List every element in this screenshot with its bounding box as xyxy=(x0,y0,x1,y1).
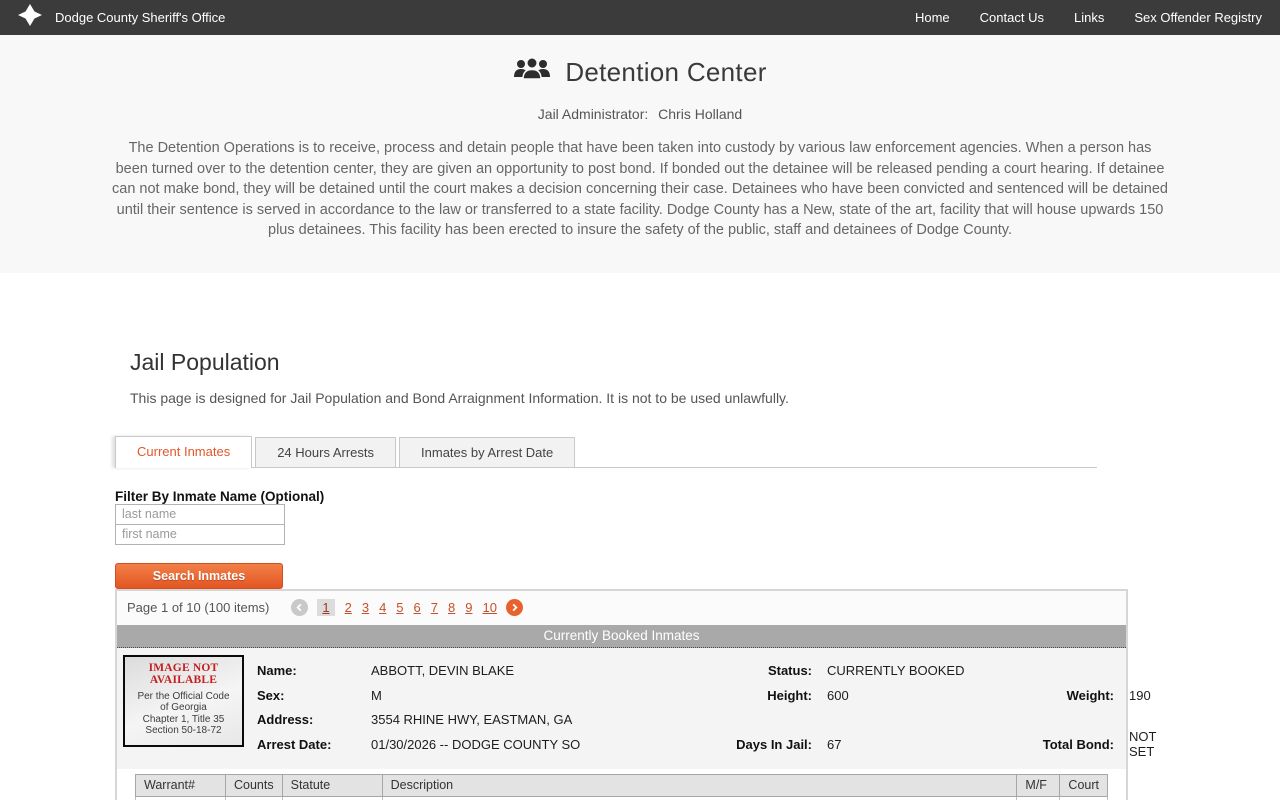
page-number-4[interactable]: 4 xyxy=(379,600,386,615)
page-number-9[interactable]: 9 xyxy=(465,600,472,615)
sex-label: Sex: xyxy=(257,688,371,703)
inmate-weight: 190 xyxy=(1129,688,1156,703)
page-title: Detention Center xyxy=(565,57,766,88)
charge-cell xyxy=(1017,796,1060,800)
page-number-3[interactable]: 3 xyxy=(362,600,369,615)
inmate-arrest-date: 01/30/2026 -- DODGE COUNTY SO xyxy=(371,737,699,752)
detention-center-people-icon xyxy=(513,55,551,90)
nav-link-links[interactable]: Links xyxy=(1074,10,1104,25)
sheriff-badge-icon xyxy=(18,3,42,32)
page-number-list: 123456789 10 xyxy=(312,599,502,617)
charge-cell xyxy=(136,796,226,800)
top-nav-bar: Dodge County Sheriff's Office Home Conta… xyxy=(0,0,1280,35)
jail-administrator-label: Jail Administrator: xyxy=(538,106,648,122)
charges-column-court: Court xyxy=(1060,774,1108,796)
page-number-8[interactable]: 8 xyxy=(448,600,455,615)
inmate-sex: M xyxy=(371,688,699,703)
nav-link-contact-us[interactable]: Contact Us xyxy=(980,10,1044,25)
jail-administrator-name: Chris Holland xyxy=(658,106,742,122)
main-content: Jail Population This page is designed fo… xyxy=(0,349,1280,800)
next-page-button[interactable] xyxy=(506,599,523,616)
total-bond-label: Total Bond: xyxy=(1013,737,1129,752)
inmate-total-bond: NOT SET xyxy=(1129,729,1156,759)
charges-column-description: Description xyxy=(382,774,1017,796)
status-label: Status: xyxy=(699,663,827,678)
detention-description: The Detention Operations is to receive, … xyxy=(111,138,1169,241)
charges-table-wrap: Warrant#CountsStatuteDescriptionM/FCourt… xyxy=(117,769,1126,800)
name-label: Name: xyxy=(257,663,371,678)
pagination-bar: Page 1 of 10 (100 items) 123456789 10 xyxy=(117,591,1126,625)
charge-cell: 16-10-94 xyxy=(282,796,382,800)
search-inmates-button[interactable]: Search Inmates xyxy=(115,563,283,589)
charge-row: 116-10-94TAMPERING WITH EVIDENCE - FELON… xyxy=(136,796,1108,800)
brand: Dodge County Sheriff's Office xyxy=(18,3,225,32)
page-number-1[interactable]: 1 xyxy=(317,599,334,616)
georgia-code-text: Per the Official Codeof GeorgiaChapter 1… xyxy=(125,691,242,737)
results-container: Page 1 of 10 (100 items) 12345678910 Cur… xyxy=(115,589,1128,800)
hero-section: Detention Center Jail Administrator: Chr… xyxy=(0,35,1280,273)
brand-name: Dodge County Sheriff's Office xyxy=(55,10,225,25)
first-name-input[interactable] xyxy=(115,524,285,545)
inmate-height: 600 xyxy=(827,688,1013,703)
charges-column-m-f: M/F xyxy=(1017,774,1060,796)
charge-cell xyxy=(1060,796,1108,800)
tab-strip: Current Inmates24 Hours ArrestsInmates b… xyxy=(115,436,1097,468)
inmate-details: Name: ABBOTT, DEVIN BLAKE Status: CURREN… xyxy=(257,659,1156,757)
page-number-6[interactable]: 6 xyxy=(414,600,421,615)
charges-column-statute: Statute xyxy=(282,774,382,796)
jail-population-subheading: This page is designed for Jail Populatio… xyxy=(130,390,1280,406)
jail-administrator-line: Jail Administrator: Chris Holland xyxy=(0,106,1280,122)
inmate-days-in-jail: 67 xyxy=(827,737,1013,752)
days-in-jail-label: Days In Jail: xyxy=(699,737,827,752)
pagination-summary: Page 1 of 10 (100 items) xyxy=(127,600,269,615)
inmate-address: 3554 RHINE HWY, EASTMAN, GA xyxy=(371,712,1156,727)
last-name-input[interactable] xyxy=(115,504,285,525)
arrest-date-label: Arrest Date: xyxy=(257,737,371,752)
weight-label: Weight: xyxy=(1013,688,1129,703)
nav-links: Home Contact Us Links Sex Offender Regis… xyxy=(915,10,1262,25)
height-label: Height: xyxy=(699,688,827,703)
inmate-name: ABBOTT, DEVIN BLAKE xyxy=(371,663,699,678)
page-number-5[interactable]: 5 xyxy=(396,600,403,615)
charge-cell: TAMPERING WITH EVIDENCE - FELONY xyxy=(382,796,1017,800)
charge-cell: 1 xyxy=(226,796,283,800)
tab-inmates-by-arrest-date[interactable]: Inmates by Arrest Date xyxy=(399,437,575,467)
charges-column-warrant-: Warrant# xyxy=(136,774,226,796)
tab-24-hours-arrests[interactable]: 24 Hours Arrests xyxy=(255,437,396,467)
charges-table: Warrant#CountsStatuteDescriptionM/FCourt… xyxy=(135,774,1108,800)
page-number-10[interactable]: 10 xyxy=(482,600,496,615)
currently-booked-header: Currently Booked Inmates xyxy=(117,625,1126,648)
inmate-status: CURRENTLY BOOKED xyxy=(827,663,1156,678)
image-not-available-text: IMAGE NOT AVAILABLE xyxy=(125,662,242,686)
jail-population-heading: Jail Population xyxy=(130,349,1280,376)
nav-link-home[interactable]: Home xyxy=(915,10,950,25)
page-number-2[interactable]: 2 xyxy=(345,600,352,615)
nav-link-sex-offender-registry[interactable]: Sex Offender Registry xyxy=(1134,10,1262,25)
inmate-photo-placeholder: IMAGE NOT AVAILABLE Per the Official Cod… xyxy=(123,655,244,747)
inmate-record: IMAGE NOT AVAILABLE Per the Official Cod… xyxy=(117,648,1126,769)
filter-label: Filter By Inmate Name (Optional) xyxy=(115,489,1280,504)
charges-column-counts: Counts xyxy=(226,774,283,796)
page-number-7[interactable]: 7 xyxy=(431,600,438,615)
address-label: Address: xyxy=(257,712,371,727)
tab-current-inmates[interactable]: Current Inmates xyxy=(115,436,252,468)
previous-page-button[interactable] xyxy=(291,599,308,616)
